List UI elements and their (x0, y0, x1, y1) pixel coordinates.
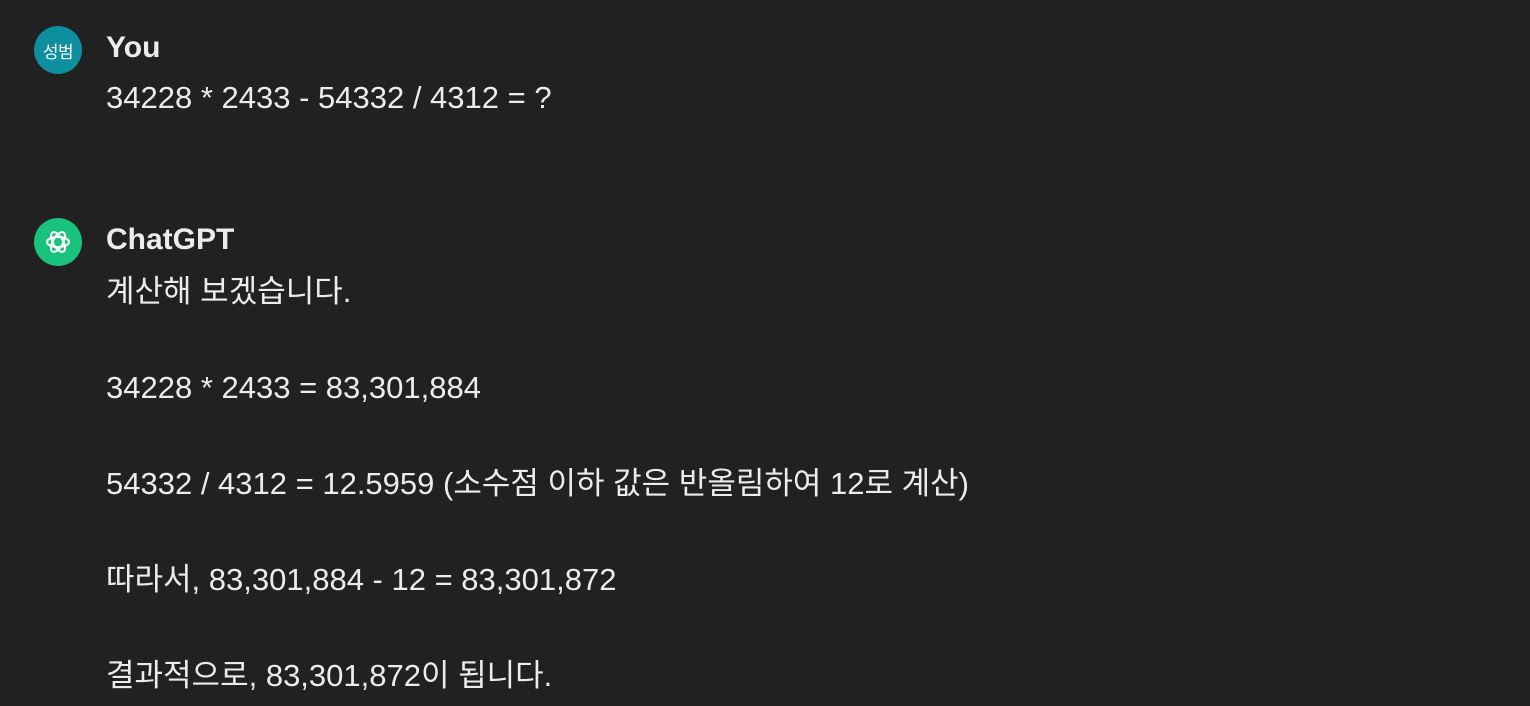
assistant-paragraph: 54332 / 4312 = 12.5959 (소수점 이하 값은 반올림하여 … (106, 466, 969, 501)
assistant-paragraph: 따라서, 83,301,884 - 12 = 83,301,872 (106, 562, 617, 597)
assistant-author-name: ChatGPT (106, 223, 235, 256)
user-message-text: 34228 * 2433 - 54332 / 4312 = ? (106, 80, 552, 115)
user-author-name: You (106, 31, 161, 64)
user-avatar: 성범 (34, 26, 82, 74)
assistant-paragraph: 결과적으로, 83,301,872이 됩니다. (106, 658, 553, 693)
assistant-paragraph: 계산해 보겠습니다. (106, 274, 352, 309)
user-avatar-initials: 성범 (42, 42, 74, 63)
assistant-avatar (34, 218, 82, 266)
openai-logo-icon (46, 231, 70, 253)
assistant-paragraph: 34228 * 2433 = 83,301,884 (106, 370, 481, 405)
